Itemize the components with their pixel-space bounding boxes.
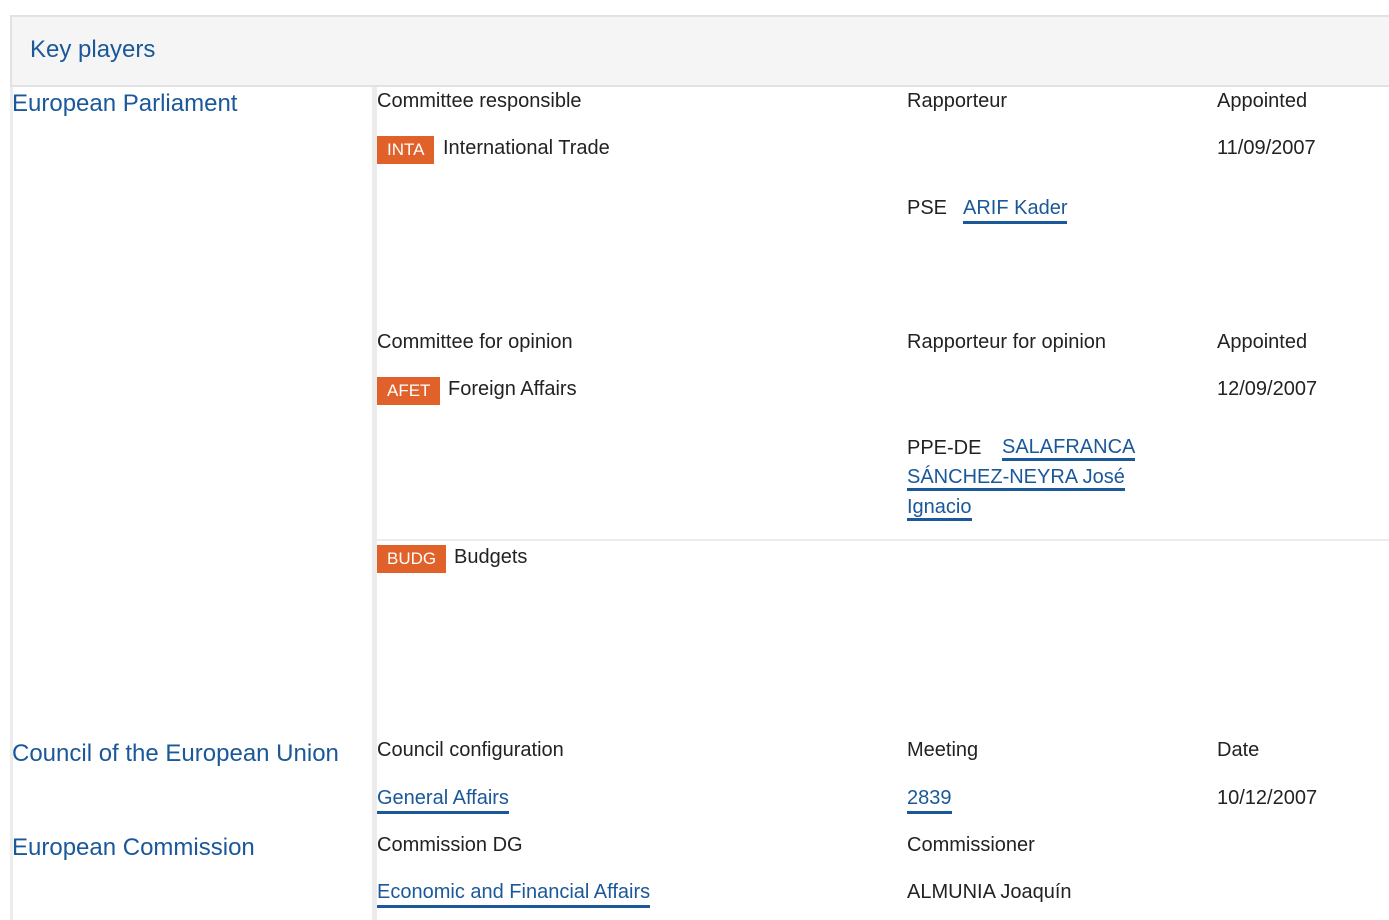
appointed-date-afet: 12/09/2007 [1217,378,1318,400]
commission-section-title: European Commission [12,834,255,861]
col-rapporteur: Rapporteur [907,90,1008,112]
col-committee-responsible: Committee responsible [377,90,582,112]
col-appointed-opinion: Appointed [1217,331,1308,353]
council-configuration-link[interactable]: General Affairs [377,785,509,814]
meeting-date: 10/12/2007 [1217,787,1318,809]
row-divider [377,539,1389,541]
committee-badge-inta: INTA [377,136,435,164]
rapporteur-link[interactable]: ARIF Kader [963,195,1068,224]
left-border [10,87,13,920]
col-date: Date [1217,739,1260,761]
commission-dg-link[interactable]: Economic and Financial Affairs [377,879,651,908]
committee-badge-budg: BUDG [377,545,447,573]
committee-name-afet: Foreign Affairs [448,378,577,400]
col-commissioner: Commissioner [907,834,1035,856]
committee-name-budg: Budgets [454,546,528,568]
opinion-rapporteur-link-line3[interactable]: Ignacio [907,492,972,522]
committee-badge-afet: AFET [377,377,441,405]
col-meeting: Meeting [907,739,979,761]
key-players-header: Key players [10,17,1389,87]
commissioner-name: ALMUNIA Joaquín [907,881,1072,903]
col-commission-dg: Commission DG [377,834,523,856]
rapporteur-group: PSE [907,197,948,219]
col-appointed: Appointed [1217,90,1308,112]
key-players-title: Key players [30,36,156,63]
ep-section-title: European Parliament [12,90,238,117]
opinion-rapporteur-link-line1[interactable]: SALAFRANCA [1002,432,1136,462]
appointed-date-inta: 11/09/2007 [1217,137,1316,159]
council-section-title: Council of the European Union [12,740,339,767]
opinion-rapporteur-group: PPE-DE [907,437,982,459]
col-rapporteur-opinion: Rapporteur for opinion [907,331,1107,353]
committee-name-inta: International Trade [443,137,610,159]
meeting-link[interactable]: 2839 [907,785,952,814]
col-council-configuration: Council configuration [377,739,564,761]
opinion-rapporteur-link-line2[interactable]: SÁNCHEZ-NEYRA José [907,462,1125,492]
col-committee-opinion: Committee for opinion [377,331,573,353]
